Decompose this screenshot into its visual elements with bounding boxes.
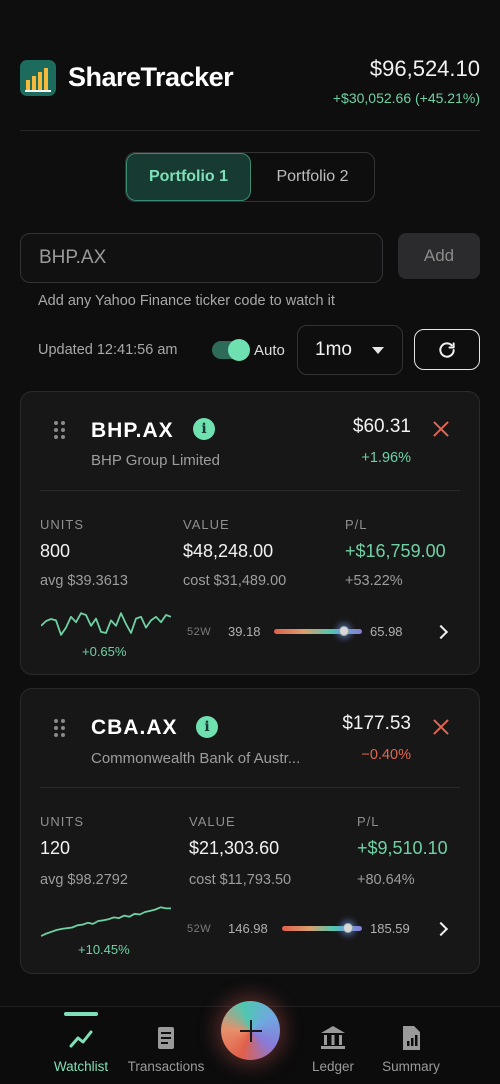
holding-price: $60.31: [352, 416, 411, 437]
value-label: VALUE: [189, 814, 236, 829]
nav-summary-label: Summary: [382, 1059, 440, 1074]
range-52w-high: 65.98: [370, 624, 403, 639]
add-ticker-button[interactable]: Add: [398, 233, 480, 279]
cost-basis: cost $11,793.50: [189, 872, 292, 888]
sparkline-change: +0.65%: [82, 644, 127, 659]
plus-icon: [239, 1019, 262, 1042]
holding-symbol: BHP.AX: [91, 419, 174, 442]
range-52w-low: 39.18: [228, 624, 261, 639]
units-label: UNITS: [40, 517, 84, 532]
pl-label: P/L: [357, 814, 380, 829]
holding-symbol: CBA.AX: [91, 716, 178, 739]
range-52w-high: 185.59: [370, 921, 410, 936]
ticker-input[interactable]: [20, 233, 383, 283]
range-52w-low: 146.98: [228, 921, 268, 936]
header-divider: [20, 130, 480, 131]
nav-summary[interactable]: Summary: [380, 1023, 442, 1074]
toggle-knob: [228, 339, 250, 361]
time-range-value: 1mo: [315, 339, 352, 360]
holding-price: $177.53: [342, 713, 411, 734]
sparkline-chart: [41, 906, 171, 937]
range-52w-marker: [338, 626, 349, 636]
pl-percent: +80.64%: [357, 872, 415, 888]
value-label: VALUE: [183, 517, 230, 532]
units-value: 800: [40, 541, 71, 561]
auto-refresh-toggle[interactable]: [212, 339, 250, 361]
company-name: Commonwealth Bank of Austr...: [91, 750, 301, 767]
units-value: 120: [40, 838, 71, 858]
portfolio-total-change: +$30,052.66 (+45.21%): [332, 90, 480, 106]
avg-price: avg $98.2792: [40, 872, 128, 888]
range-52w-marker: [342, 923, 353, 933]
refresh-button[interactable]: [414, 329, 480, 370]
card-divider: [40, 787, 460, 788]
holding-card-cba[interactable]: CBA.AX i Commonwealth Bank of Austr... $…: [20, 688, 480, 974]
drag-handle-icon[interactable]: [54, 719, 66, 737]
units-label: UNITS: [40, 814, 84, 829]
pl-percent: +53.22%: [345, 573, 403, 589]
ticker-hint: Add any Yahoo Finance ticker code to wat…: [38, 293, 335, 309]
market-value: $21,303.60: [189, 838, 280, 858]
chart-line-icon: [69, 1030, 93, 1048]
auto-refresh-label: Auto: [254, 342, 285, 359]
pl-label: P/L: [345, 517, 368, 532]
range-52w-bar: [274, 629, 362, 634]
holding-day-change: +1.96%: [361, 450, 411, 466]
app-logo-icon: [20, 60, 56, 96]
market-value: $48,248.00: [183, 541, 274, 561]
remove-holding-icon[interactable]: [433, 719, 449, 735]
info-icon[interactable]: i: [193, 418, 215, 440]
cost-basis: cost $31,489.00: [183, 573, 287, 589]
time-range-select[interactable]: 1mo: [297, 325, 403, 375]
sparkline-chart: [41, 612, 171, 636]
company-name: BHP Group Limited: [91, 452, 220, 469]
nav-transactions-label: Transactions: [127, 1059, 205, 1074]
tab-portfolio-2[interactable]: Portfolio 2: [251, 153, 374, 201]
chevron-right-icon[interactable]: [433, 921, 449, 937]
portfolio-total-value: $96,524.10: [369, 56, 480, 81]
nav-ledger-label: Ledger: [311, 1059, 355, 1074]
remove-holding-icon[interactable]: [433, 421, 449, 437]
nav-watchlist-label: Watchlist: [53, 1059, 109, 1074]
add-transaction-button[interactable]: [221, 1001, 280, 1060]
nav-ledger[interactable]: Ledger: [308, 1023, 358, 1074]
pl-value: +$9,510.10: [357, 838, 448, 858]
chevron-down-icon: [372, 347, 384, 354]
tab-portfolio-1[interactable]: Portfolio 1: [126, 153, 251, 201]
chevron-right-icon[interactable]: [433, 624, 449, 640]
nav-transactions[interactable]: Transactions: [124, 1023, 208, 1074]
avg-price: avg $39.3613: [40, 573, 128, 589]
holding-card-bhp[interactable]: BHP.AX i BHP Group Limited $60.31 +1.96%…: [20, 391, 480, 675]
card-divider: [40, 490, 460, 491]
last-updated-time: Updated 12:41:56 am: [38, 342, 178, 358]
portfolio-tabs: Portfolio 1 Portfolio 2: [125, 152, 375, 202]
nav-active-indicator: [64, 1012, 98, 1016]
drag-handle-icon[interactable]: [54, 421, 66, 439]
app-title: ShareTracker: [68, 62, 234, 92]
app-header: ShareTracker $96,524.10 +$30,052.66 (+45…: [20, 48, 480, 114]
info-icon[interactable]: i: [196, 716, 218, 738]
range-52w-label: 52W: [187, 923, 212, 935]
document-chart-icon: [403, 1026, 420, 1050]
bank-icon: [321, 1026, 345, 1049]
pl-value: +$16,759.00: [345, 541, 446, 561]
receipt-icon: [158, 1027, 174, 1049]
nav-watchlist[interactable]: Watchlist: [50, 1023, 112, 1074]
holding-day-change: −0.40%: [361, 747, 411, 763]
refresh-icon: [439, 341, 455, 358]
range-52w-label: 52W: [187, 626, 212, 638]
sparkline-change: +10.45%: [78, 942, 130, 957]
